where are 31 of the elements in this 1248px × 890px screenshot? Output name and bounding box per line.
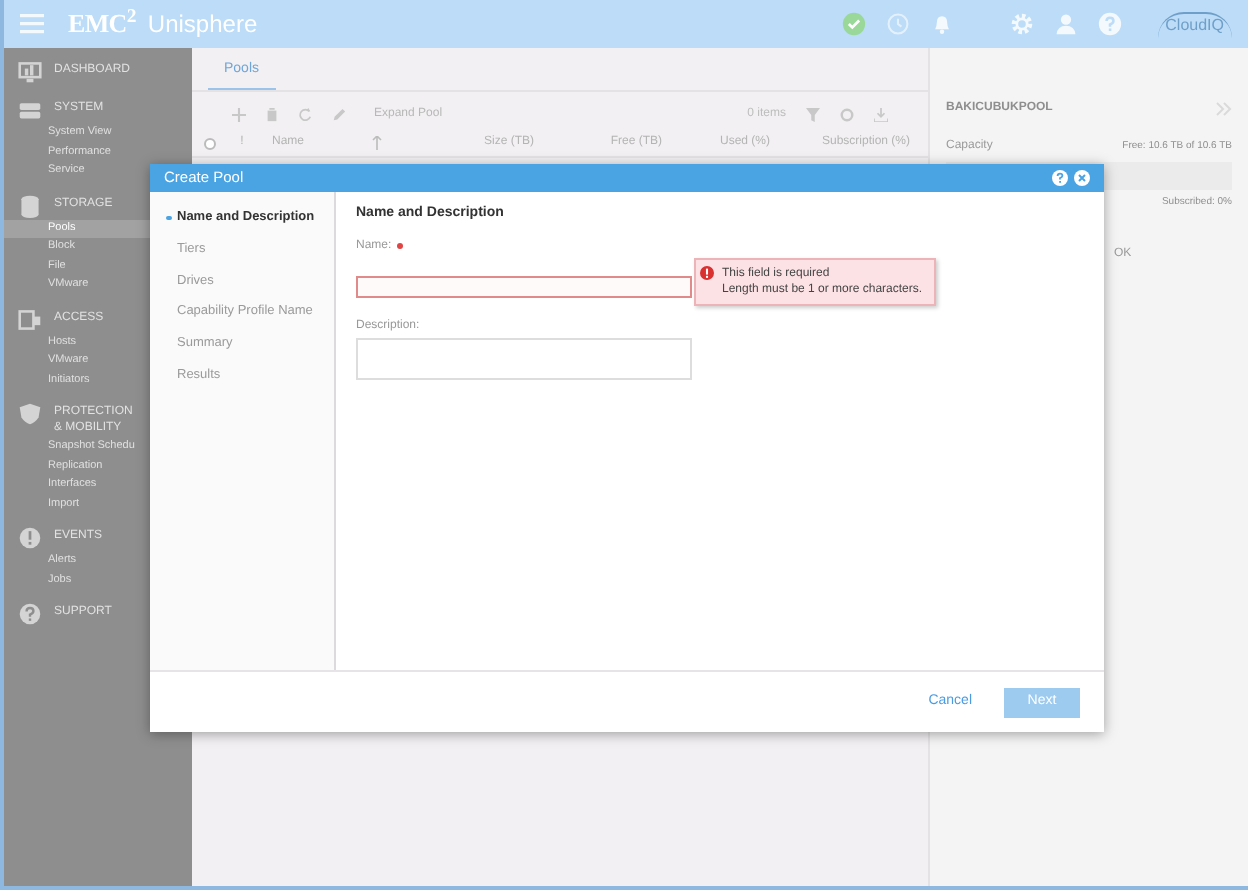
help-icon[interactable] xyxy=(1052,170,1068,186)
description-input[interactable] xyxy=(356,337,692,379)
database-icon xyxy=(18,193,42,217)
server-icon xyxy=(18,98,42,122)
step-bullet-icon xyxy=(166,215,171,221)
user-icon[interactable] xyxy=(1053,12,1078,36)
refresh-icon[interactable] xyxy=(298,107,312,121)
clock-icon[interactable] xyxy=(885,12,910,36)
plus-icon[interactable] xyxy=(232,107,246,121)
bell-icon[interactable] xyxy=(929,12,954,36)
trash-icon[interactable] xyxy=(266,107,278,121)
download-icon[interactable] xyxy=(874,107,888,121)
dashboard-icon xyxy=(18,60,42,84)
double-chevron-icon[interactable] xyxy=(1216,102,1232,116)
cloudiq-logo[interactable]: CloudIQ xyxy=(1157,11,1232,37)
product-name: Unisphere xyxy=(147,8,258,42)
filter-icon[interactable] xyxy=(806,107,820,121)
close-icon[interactable] xyxy=(1074,170,1090,186)
name-input[interactable] xyxy=(356,275,692,297)
help-icon[interactable] xyxy=(1097,12,1122,36)
status-check-icon[interactable] xyxy=(841,12,866,36)
sort-arrow-icon xyxy=(372,136,382,150)
error-icon xyxy=(700,265,714,279)
pencil-icon[interactable] xyxy=(332,107,346,121)
alert-icon xyxy=(18,526,42,550)
help-icon xyxy=(18,602,42,626)
select-all-checkbox[interactable] xyxy=(204,137,216,149)
menu-icon[interactable] xyxy=(20,14,44,34)
shield-icon xyxy=(18,402,42,426)
access-icon xyxy=(18,307,42,331)
logo: EMC$^{2}$ xyxy=(68,4,136,43)
